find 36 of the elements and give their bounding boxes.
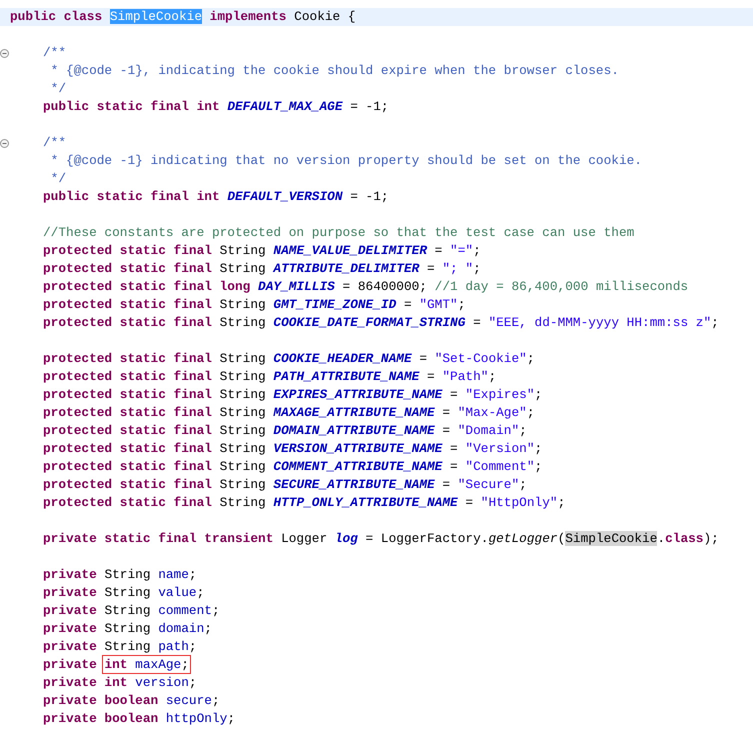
code-line: //These constants are protected on purpose so that the test case can use them bbox=[42, 224, 634, 242]
code-line: private boolean httpOnly; bbox=[42, 710, 235, 728]
code-line: * {@code -1}, indicating the cookie should expire when the browser closes. bbox=[50, 62, 619, 80]
code-line: */ bbox=[50, 170, 66, 188]
code-line: protected static final String GMT_TIME_ZONE_ID = "GMT"; bbox=[42, 296, 466, 314]
code-line: protected static final String MAXAGE_ATTRIBUTE_NAME = "Max-Age"; bbox=[42, 404, 535, 422]
code-line: protected static final String SECURE_ATTRIBUTE_NAME = "Secure"; bbox=[42, 476, 527, 494]
code-line: protected static final String DOMAIN_ATTRIBUTE_NAME = "Domain"; bbox=[42, 422, 527, 440]
code-line: private int version; bbox=[42, 674, 197, 692]
code-line: private String value; bbox=[42, 584, 204, 602]
code-line: private String comment; bbox=[42, 602, 220, 620]
code-line: private boolean secure; bbox=[42, 692, 220, 710]
code-line: protected static final String COMMENT_ATTRIBUTE_NAME = "Comment"; bbox=[42, 458, 542, 476]
code-line: protected static final String EXPIRES_ATTRIBUTE_NAME = "Expires"; bbox=[42, 386, 542, 404]
code-line: protected static final String COOKIE_DATE_FORMAT_STRING = "EEE, dd-MMM-yyyy HH:mm:ss z"; bbox=[42, 314, 719, 332]
code-line: public static final int DEFAULT_VERSION = -1; bbox=[42, 188, 389, 206]
code-line: protected static final String ATTRIBUTE_DELIMITER = "; "; bbox=[42, 260, 481, 278]
code-line: private int maxAge; bbox=[42, 656, 189, 674]
code-line: protected static final String VERSION_ATTRIBUTE_NAME = "Version"; bbox=[42, 440, 542, 458]
code-line: */ bbox=[50, 80, 66, 98]
code-line: protected static final String HTTP_ONLY_ATTRIBUTE_NAME = "HttpOnly"; bbox=[42, 494, 566, 512]
code-line: private String path; bbox=[42, 638, 197, 656]
code-line: * {@code -1} indicating that no version property should be set on the cookie. bbox=[50, 152, 642, 170]
code-line: protected static final String NAME_VALUE_DELIMITER = "="; bbox=[42, 242, 481, 260]
code-line: protected static final long DAY_MILLIS = 86400000; //1 day = 86,400,000 milliseconds bbox=[42, 278, 688, 296]
code-line: protected static final String COOKIE_HEADER_NAME = "Set-Cookie"; bbox=[42, 350, 535, 368]
code-line: private String domain; bbox=[42, 620, 212, 638]
collapse-icon[interactable] bbox=[0, 48, 9, 58]
code-line: private static final transient Logger log = LoggerFactory.getLogger(SimpleCookie.class); bbox=[42, 530, 719, 548]
collapse-icon[interactable] bbox=[0, 138, 9, 148]
code-line: public static final int DEFAULT_MAX_AGE = -1; bbox=[42, 98, 389, 116]
code-line: public class SimpleCookie implements Cookie { bbox=[10, 8, 356, 26]
code-line: protected static final String PATH_ATTRIBUTE_NAME = "Path"; bbox=[42, 368, 496, 386]
code-line: private String name; bbox=[42, 566, 197, 584]
code-line: /** bbox=[42, 44, 66, 62]
code-line: /** bbox=[42, 134, 66, 152]
